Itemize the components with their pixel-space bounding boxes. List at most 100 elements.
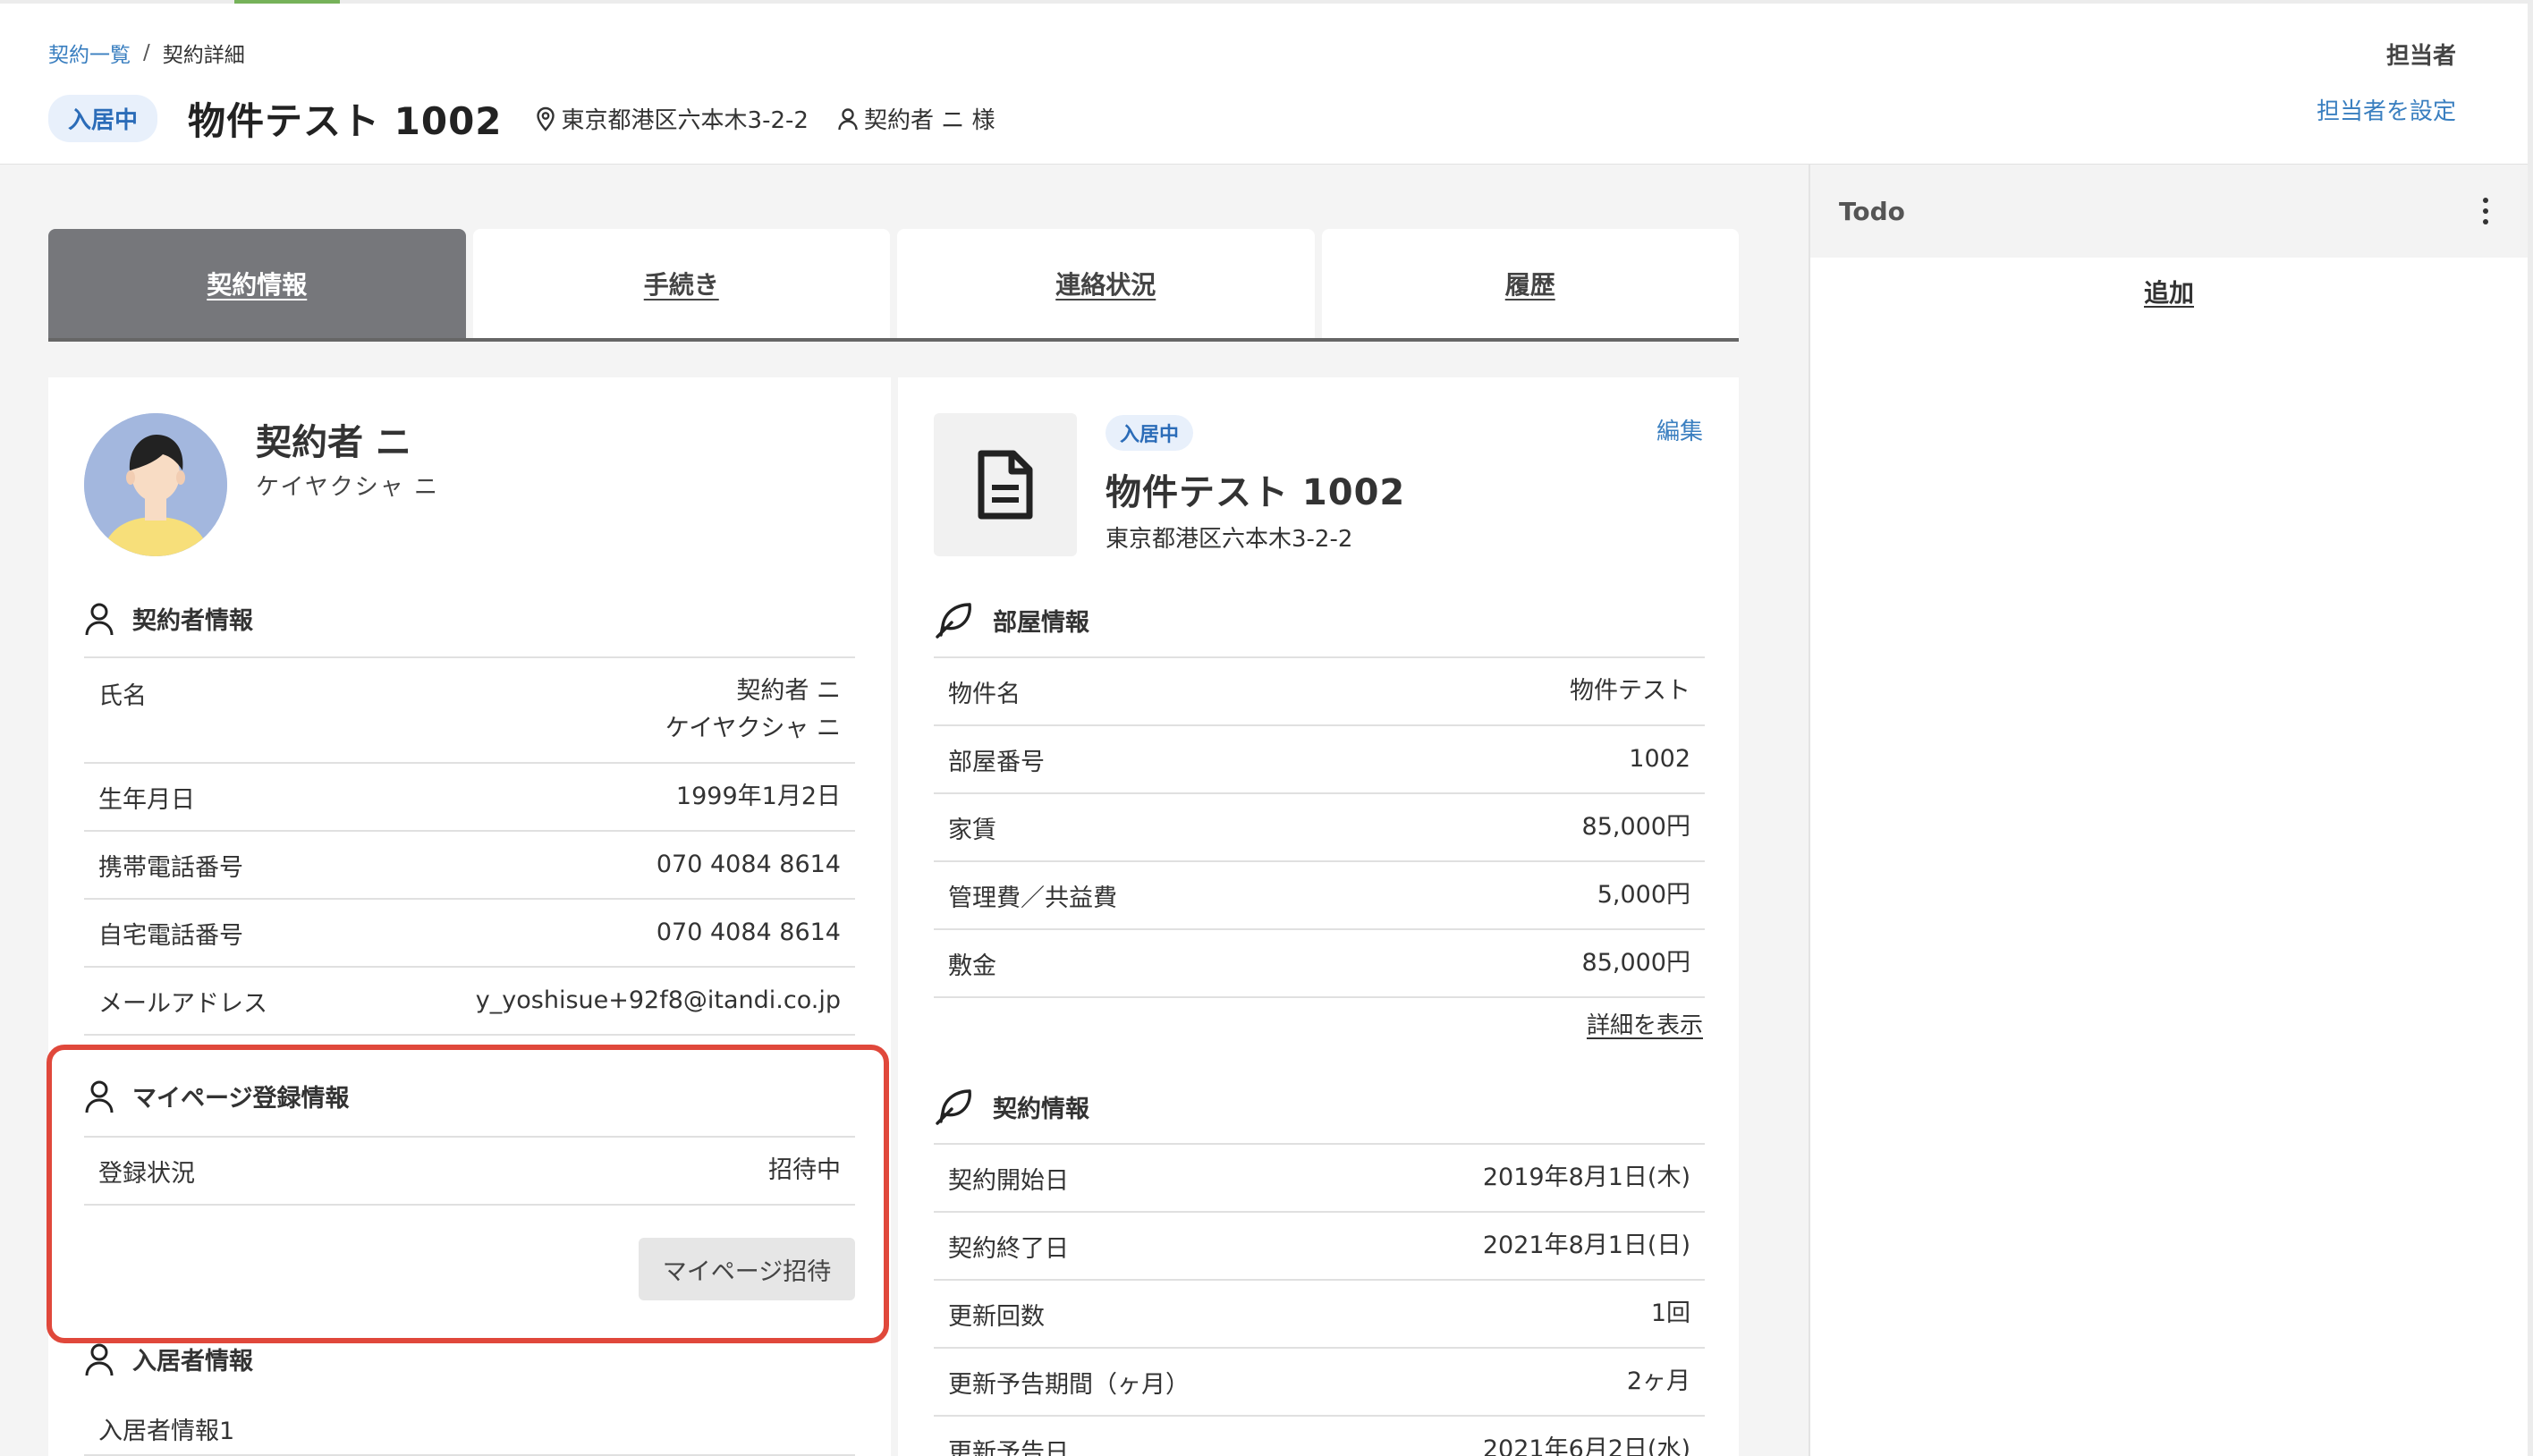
- page-title: 物件テスト 1002: [188, 99, 503, 143]
- room-info-title: 部屋情報: [993, 608, 1089, 637]
- table-row: 部屋番号 1002: [934, 726, 1705, 794]
- table-row: 生年月日 1999年1月2日: [84, 764, 855, 832]
- contract-info-heading: 契約情報: [934, 1088, 1089, 1125]
- status-badge: 入居中: [48, 95, 158, 142]
- contract-info-table: 契約開始日 2019年8月1日(木) 契約終了日 2021年8月1日(日) 更新…: [934, 1143, 1705, 1456]
- row-label: 家賃: [948, 816, 996, 844]
- row-label: 氏名: [98, 682, 147, 710]
- row-value: 070 4084 8614: [656, 851, 841, 878]
- set-assignee-link[interactable]: 担当者を設定: [2317, 93, 2456, 126]
- document-thumbnail: [934, 413, 1077, 556]
- table-row: 契約開始日 2019年8月1日(木): [934, 1145, 1705, 1213]
- row-label: 契約終了日: [948, 1234, 1069, 1263]
- room-info-table: 物件名 物件テスト 部屋番号 1002 家賃 85,000円 管理費／共益費 5…: [934, 656, 1705, 998]
- tab-history[interactable]: 履歴: [1321, 229, 1739, 338]
- row-value: 2021年6月2日(水): [1482, 1435, 1690, 1456]
- contractor-info-table: 氏名 契約者 ニ ケイヤクシャ ニ 生年月日 1999年1月2日 携帯電話番号 …: [84, 656, 855, 1036]
- person-icon: [838, 107, 858, 130]
- contractor-info-title: 契約者情報: [132, 607, 253, 635]
- table-row: 物件名 物件テスト: [934, 658, 1705, 726]
- row-value: 1002: [1629, 745, 1690, 773]
- todo-panel: Todo 追加: [1809, 165, 2528, 1456]
- feather-icon: [936, 1089, 971, 1125]
- table-row: 携帯電話番号 070 4084 8614: [84, 832, 855, 900]
- page-header: 契約一覧 / 契約詳細 入居中 物件テスト 1002 東京都港区六本木3-2-2…: [0, 0, 2528, 165]
- row-label: 更新予告日: [948, 1438, 1069, 1456]
- table-row: 更新予告日 2021年6月2日(水): [934, 1417, 1705, 1456]
- address-meta: 東京都港区六本木3-2-2: [535, 102, 809, 135]
- person-icon: [85, 1080, 114, 1113]
- location-pin-icon: [536, 106, 555, 131]
- room-info-heading: 部屋情報: [934, 601, 1089, 639]
- row-value: 2021年8月1日(日): [1482, 1232, 1690, 1259]
- property-status-badge: 入居中: [1106, 415, 1194, 451]
- mypage-title: マイページ登録情報: [132, 1085, 350, 1113]
- contractor-name: 契約者 ニ: [256, 422, 411, 463]
- contractor-meta: 契約者 ニ 様: [837, 102, 995, 135]
- row-value: 85,000円: [1581, 949, 1690, 977]
- resident-item: 入居者情報1: [98, 1418, 235, 1445]
- assignee-label: 担当者: [2385, 43, 2456, 70]
- title-row: 入居中 物件テスト 1002 東京都港区六本木3-2-2 契約者 ニ 様: [48, 91, 995, 146]
- row-label: 更新回数: [948, 1302, 1045, 1331]
- tab-contact-status[interactable]: 連絡状況: [897, 229, 1315, 338]
- loading-indicator: [234, 0, 340, 4]
- resident-heading: 入居者情報: [84, 1342, 253, 1376]
- tab-contract-info[interactable]: 契約情報: [48, 229, 466, 338]
- row-value: 1999年1月2日: [675, 783, 841, 810]
- row-label: 契約開始日: [948, 1166, 1069, 1195]
- more-options-icon[interactable]: [2472, 192, 2499, 230]
- header-address: 東京都港区六本木3-2-2: [561, 107, 809, 134]
- table-row: メールアドレス y_yoshisue+92f8@itandi.co.jp: [84, 968, 855, 1036]
- row-value: 物件テスト: [1570, 677, 1690, 705]
- edit-link[interactable]: 編集: [1656, 413, 1703, 446]
- property-address: 東京都港区六本木3-2-2: [1106, 526, 1353, 553]
- row-label: 部屋番号: [948, 748, 1045, 776]
- row-value: 2ヶ月: [1626, 1367, 1690, 1395]
- add-todo-button[interactable]: 追加: [1810, 274, 2528, 309]
- row-label: 携帯電話番号: [98, 853, 243, 882]
- breadcrumb-contract-list[interactable]: 契約一覧: [48, 38, 131, 68]
- kana-value: ケイヤクシャ ニ: [665, 715, 841, 742]
- document-icon: [978, 450, 1033, 520]
- row-label: 物件名: [948, 680, 1021, 708]
- breadcrumb: 契約一覧 / 契約詳細: [48, 38, 245, 68]
- row-value: 5,000円: [1597, 881, 1690, 909]
- row-value: 85,000円: [1581, 813, 1690, 841]
- table-row: 登録状況 招待中: [84, 1138, 855, 1206]
- row-label: 敷金: [948, 952, 996, 980]
- window-edge: [2528, 0, 2533, 1456]
- table-row: 敷金 85,000円: [934, 930, 1705, 998]
- row-label: 更新予告期間（ヶ月）: [948, 1370, 1190, 1399]
- table-row: 管理費／共益費 5,000円: [934, 862, 1705, 930]
- property-card: 入居中 編集 物件テスト 1002 東京都港区六本木3-2-2 部屋情報 物件名…: [898, 377, 1739, 1456]
- table-row: 家賃 85,000円: [934, 794, 1705, 862]
- breadcrumb-separator: /: [143, 41, 150, 64]
- row-value: 1回: [1650, 1299, 1690, 1327]
- row-value: 契約者 ニ ケイヤクシャ ニ: [665, 673, 841, 748]
- breadcrumb-current: 契約詳細: [162, 44, 245, 67]
- detail-tabs: 契約情報 手続き 連絡状況 履歴: [48, 229, 1739, 342]
- row-label: 生年月日: [98, 785, 195, 814]
- tab-procedures[interactable]: 手続き: [472, 229, 890, 338]
- todo-title: Todo: [1839, 196, 1905, 226]
- resident-title: 入居者情報: [132, 1348, 253, 1376]
- show-details-link[interactable]: 詳細を表示: [1587, 1007, 1703, 1040]
- row-label: 登録状況: [98, 1159, 195, 1188]
- header-contractor: 契約者 ニ 様: [863, 107, 995, 134]
- mypage-invite-button[interactable]: マイページ招待: [639, 1238, 855, 1300]
- row-value: 070 4084 8614: [656, 918, 841, 946]
- row-label: 管理費／共益費: [948, 884, 1117, 912]
- row-label: メールアドレス: [98, 989, 267, 1018]
- name-value: 契約者 ニ: [736, 677, 841, 705]
- mypage-heading: マイページ登録情報: [84, 1079, 349, 1113]
- table-row: 契約終了日 2021年8月1日(日): [934, 1213, 1705, 1281]
- row-label: 自宅電話番号: [98, 921, 243, 950]
- contractor-kana: ケイヤクシャ ニ: [256, 474, 439, 501]
- feather-icon: [936, 603, 971, 639]
- row-value: 2019年8月1日(木): [1482, 1164, 1690, 1191]
- row-value: y_yoshisue+92f8@itandi.co.jp: [475, 986, 841, 1014]
- contract-info-title: 契約情報: [993, 1095, 1089, 1123]
- table-row: 更新回数 1回: [934, 1281, 1705, 1349]
- person-icon: [85, 1343, 114, 1376]
